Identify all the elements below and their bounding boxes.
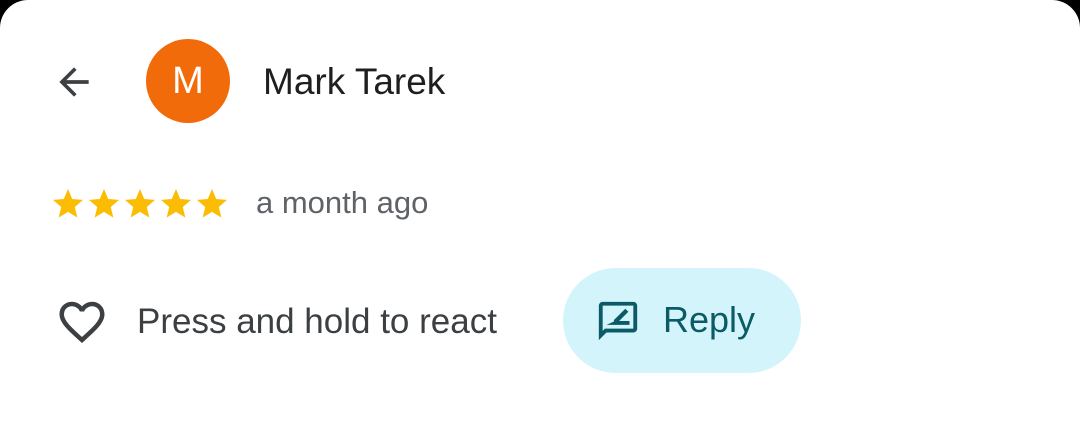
star-rating xyxy=(50,186,230,222)
rate-review-icon xyxy=(598,301,638,341)
star-filled-icon xyxy=(53,189,83,218)
arrow-back-icon xyxy=(59,67,89,97)
heart-outline-icon xyxy=(52,292,112,352)
author-name[interactable]: Mark Tarek xyxy=(263,60,445,104)
review-time: a month ago xyxy=(256,185,429,220)
back-button[interactable] xyxy=(44,52,104,112)
avatar-initial: M xyxy=(172,60,204,102)
react-label: Press and hold to react xyxy=(137,302,497,341)
reply-label: Reply xyxy=(663,299,756,340)
star-filled-icon xyxy=(161,189,191,218)
avatar[interactable]: M xyxy=(146,39,230,123)
reply-button[interactable]: Reply xyxy=(563,268,801,373)
star-filled-icon xyxy=(125,189,155,218)
react-button[interactable]: Press and hold to react xyxy=(52,292,497,352)
review-card: M Mark Tarek a month ago Press and hold … xyxy=(0,0,1080,440)
star-filled-icon xyxy=(89,189,119,218)
star-filled-icon xyxy=(197,189,227,218)
